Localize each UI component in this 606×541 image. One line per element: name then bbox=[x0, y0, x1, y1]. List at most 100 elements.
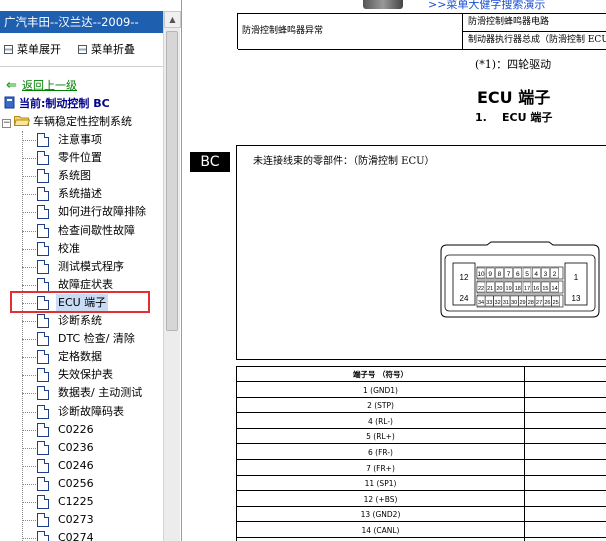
pin-table-cell bbox=[525, 367, 606, 382]
scroll-up-icon[interactable]: ▲ bbox=[164, 11, 181, 28]
tree-item-label: 定格数据 bbox=[58, 350, 102, 364]
manual-title: 广汽丰田--汉兰达--2009-- bbox=[0, 11, 163, 33]
pin-table-row: 4 (RL-) bbox=[237, 414, 524, 429]
tree-item[interactable]: C1225 bbox=[22, 493, 163, 511]
tree-item[interactable]: DTC 检查/ 清除 bbox=[22, 330, 163, 348]
document-icon bbox=[37, 513, 49, 528]
tree-item-label: C0273 bbox=[58, 513, 94, 527]
tree-item[interactable]: 测试模式程序 bbox=[22, 258, 163, 276]
sidebar-scrollbar[interactable]: ▲ bbox=[163, 11, 181, 541]
tree-item[interactable]: 零件位置 bbox=[22, 149, 163, 167]
pin-table-header: 端子号 （符号） bbox=[237, 367, 524, 382]
document-icon bbox=[37, 458, 49, 473]
tree-item[interactable]: ECU 端子 bbox=[22, 293, 163, 312]
document-icon bbox=[37, 259, 49, 274]
tree-item[interactable]: 检查间歇性故障 bbox=[22, 222, 163, 240]
tree-item-label: C1225 bbox=[58, 495, 94, 508]
tree-item[interactable]: C0274 bbox=[22, 529, 163, 541]
tree-item[interactable]: 故障症状表 bbox=[22, 276, 163, 294]
back-link[interactable]: ⇐ 返回上一级 bbox=[6, 78, 77, 94]
pin-table-row: 11 (SP1) bbox=[237, 476, 524, 492]
document-icon bbox=[37, 169, 49, 184]
navigation-pane: 广汽丰田--汉兰达--2009-- 菜单展开 菜单折叠 ⇐ 返回上一级 当前:制动… bbox=[0, 0, 182, 541]
pin-label: 3 bbox=[544, 271, 548, 278]
tree-item[interactable]: 系统描述 bbox=[22, 185, 163, 203]
pin-table-cell bbox=[525, 523, 606, 538]
tree-folder[interactable]: − 车辆稳定性控制系统 bbox=[2, 114, 132, 130]
pin-table-row: 2 (STP) bbox=[237, 398, 524, 414]
pin-table-cell bbox=[525, 461, 606, 476]
tree-item-label: 故障症状表 bbox=[58, 277, 113, 291]
tree-item[interactable]: C0236 bbox=[22, 439, 163, 457]
pin-label: 22 bbox=[478, 286, 484, 292]
pin-label: 14 bbox=[552, 286, 558, 292]
document-icon bbox=[37, 314, 49, 328]
document-icon bbox=[37, 476, 49, 491]
document-icon bbox=[37, 531, 49, 541]
pin-table-cell bbox=[525, 429, 606, 445]
pin-label: 26 bbox=[544, 300, 550, 306]
tree-item[interactable]: 如何进行故障排除 bbox=[22, 203, 163, 221]
tree-item-label: C0246 bbox=[58, 458, 94, 472]
pin-label: 25 bbox=[553, 300, 559, 306]
pin-table-cell bbox=[525, 414, 606, 429]
scrollbar-thumb[interactable] bbox=[166, 31, 178, 331]
tree-item[interactable]: 诊断故障码表 bbox=[22, 403, 163, 421]
section-tag: BC bbox=[190, 152, 230, 172]
tree-item[interactable]: 诊断系统 bbox=[22, 312, 163, 330]
pin-label: 13 bbox=[572, 294, 581, 303]
tree-item[interactable]: 系统图 bbox=[22, 167, 163, 185]
tree-item[interactable]: C0273 bbox=[22, 511, 163, 529]
document-icon bbox=[37, 187, 49, 202]
banner-image bbox=[363, 0, 403, 9]
tree-item-label: 零件位置 bbox=[58, 151, 102, 165]
document-icon bbox=[37, 332, 49, 347]
section-number: 1. bbox=[475, 111, 487, 124]
pin-label: 12 bbox=[460, 273, 469, 282]
banner-link[interactable]: >>菜单大健字搜索演示 bbox=[428, 0, 545, 12]
pin-table-cell bbox=[525, 476, 606, 492]
back-link-label: 返回上一级 bbox=[22, 79, 77, 92]
tree-item[interactable]: C0256 bbox=[22, 475, 163, 493]
pin-label: 19 bbox=[506, 286, 512, 292]
pin-label: 1 bbox=[574, 273, 579, 282]
pin-table-row: 14 (CANL) bbox=[237, 523, 524, 538]
pin-label: 31 bbox=[503, 300, 509, 306]
tree-item-label: ECU 端子 bbox=[56, 293, 109, 312]
ecu-connector-diagram: 122411310 9 8 7 6 5 4 3 222 21 20 19 18 17 16 15 1434 33 3… bbox=[440, 241, 600, 318]
document-pane: >>菜单大健字搜索演示 防滑控制蜂鸣器异常 防滑控制蜂鸣器电路 制动器执行器总成… bbox=[183, 0, 606, 541]
tree-item[interactable]: 注意事项 bbox=[22, 131, 163, 149]
document-icon bbox=[37, 440, 49, 455]
pin-table-cell bbox=[525, 445, 606, 460]
top-banner: >>菜单大健字搜索演示 bbox=[233, 0, 606, 12]
document-icon bbox=[37, 295, 49, 310]
document-icon bbox=[37, 151, 49, 166]
document-icon bbox=[37, 368, 49, 383]
page-heading: ECU 端子 bbox=[477, 88, 551, 107]
pin-table-row: 7 (FR+) bbox=[237, 461, 524, 476]
tree-item[interactable]: 校准 bbox=[22, 240, 163, 258]
document-icon bbox=[37, 205, 49, 220]
tree-item-label: 诊断系统 bbox=[58, 314, 102, 327]
tree-item-label: 诊断故障码表 bbox=[58, 404, 124, 418]
document-icon bbox=[37, 223, 49, 238]
divider bbox=[0, 66, 163, 67]
document-icon bbox=[37, 277, 49, 292]
collapse-node-icon[interactable]: − bbox=[2, 119, 11, 128]
collapse-menu-button[interactable]: 菜单折叠 bbox=[78, 42, 135, 58]
pin-label: 2 bbox=[553, 271, 557, 278]
pin-label: 21 bbox=[487, 286, 493, 292]
pin-label: 9 bbox=[488, 271, 492, 278]
pin-label: 17 bbox=[524, 286, 530, 292]
expand-menu-button[interactable]: 菜单展开 bbox=[4, 42, 61, 58]
tree-folder-label: 车辆稳定性控制系统 bbox=[33, 115, 132, 128]
tree-item[interactable]: 数据表/ 主动测试 bbox=[22, 384, 163, 402]
pin-label: 15 bbox=[542, 286, 548, 292]
tree-item[interactable]: C0226 bbox=[22, 421, 163, 439]
tree-item[interactable]: 失效保护表 bbox=[22, 366, 163, 384]
tree-item[interactable]: 定格数据 bbox=[22, 348, 163, 366]
tree-item-label: C0274 bbox=[58, 531, 94, 541]
tree-item[interactable]: C0246 bbox=[22, 457, 163, 475]
menu-toolbar: 菜单展开 菜单折叠 bbox=[0, 42, 163, 58]
book-icon bbox=[4, 96, 15, 109]
